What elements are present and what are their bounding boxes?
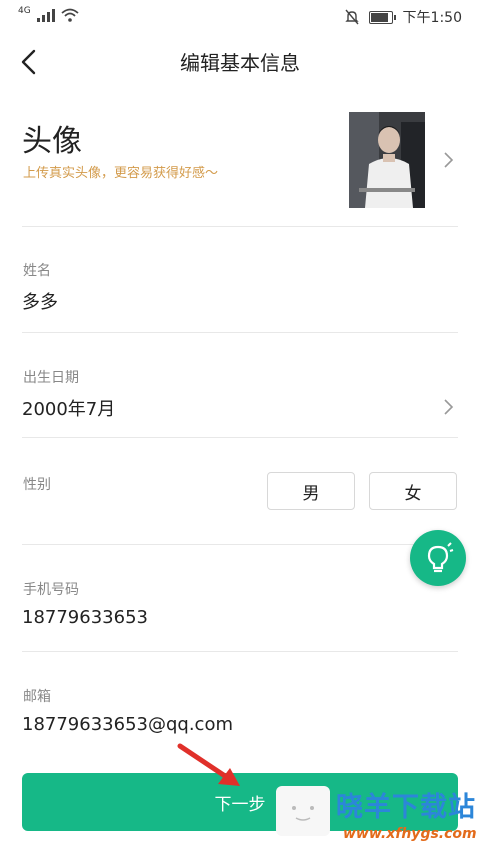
birth-label: 出生日期 [23, 370, 79, 386]
watermark-url: www.xfhygs.com [343, 826, 477, 842]
email-value[interactable]: 18779633653@qq.com [22, 714, 233, 735]
page-title: 编辑基本信息 [180, 51, 300, 75]
divider [22, 437, 458, 438]
chevron-right-icon [444, 152, 454, 168]
mute-bell-icon [344, 9, 359, 25]
birth-value[interactable]: 2000年7月 [22, 395, 115, 421]
divider [22, 544, 458, 545]
status-bar: 4G 下午1:50 [0, 0, 480, 34]
avatar-title: 头像 [22, 124, 82, 159]
status-time: 下午1:50 [402, 10, 462, 26]
signal-icon [36, 9, 55, 22]
phone-value[interactable]: 18779633653 [22, 607, 148, 628]
status-left: 4G [18, 6, 79, 22]
watermark-logo-icon [276, 786, 330, 836]
gender-female-button[interactable]: 女 [369, 472, 457, 510]
avatar-photo[interactable] [349, 112, 425, 208]
wifi-icon [61, 8, 79, 22]
email-label: 邮箱 [23, 689, 51, 705]
gender-male-button[interactable]: 男 [267, 472, 355, 510]
divider [22, 651, 458, 652]
lightbulb-icon [427, 542, 454, 573]
phone-label: 手机号码 [23, 582, 79, 598]
name-value[interactable]: 多多 [22, 288, 58, 314]
watermark-text: 晓羊下载站 [336, 792, 476, 823]
tip-button[interactable] [410, 530, 466, 586]
network-type: 4G [18, 6, 31, 16]
battery-icon [368, 10, 396, 24]
status-right: 下午1:50 [344, 7, 462, 27]
avatar-row[interactable]: 头像 上传真实头像，更容易获得好感～ [0, 90, 480, 226]
name-label: 姓名 [23, 263, 51, 279]
divider [22, 332, 458, 333]
chevron-right-icon[interactable] [442, 398, 454, 416]
divider [22, 226, 458, 227]
nav-bar: 编辑基本信息 [0, 34, 480, 90]
gender-label: 性别 [23, 477, 51, 493]
avatar-hint: 上传真实头像，更容易获得好感～ [23, 166, 219, 181]
